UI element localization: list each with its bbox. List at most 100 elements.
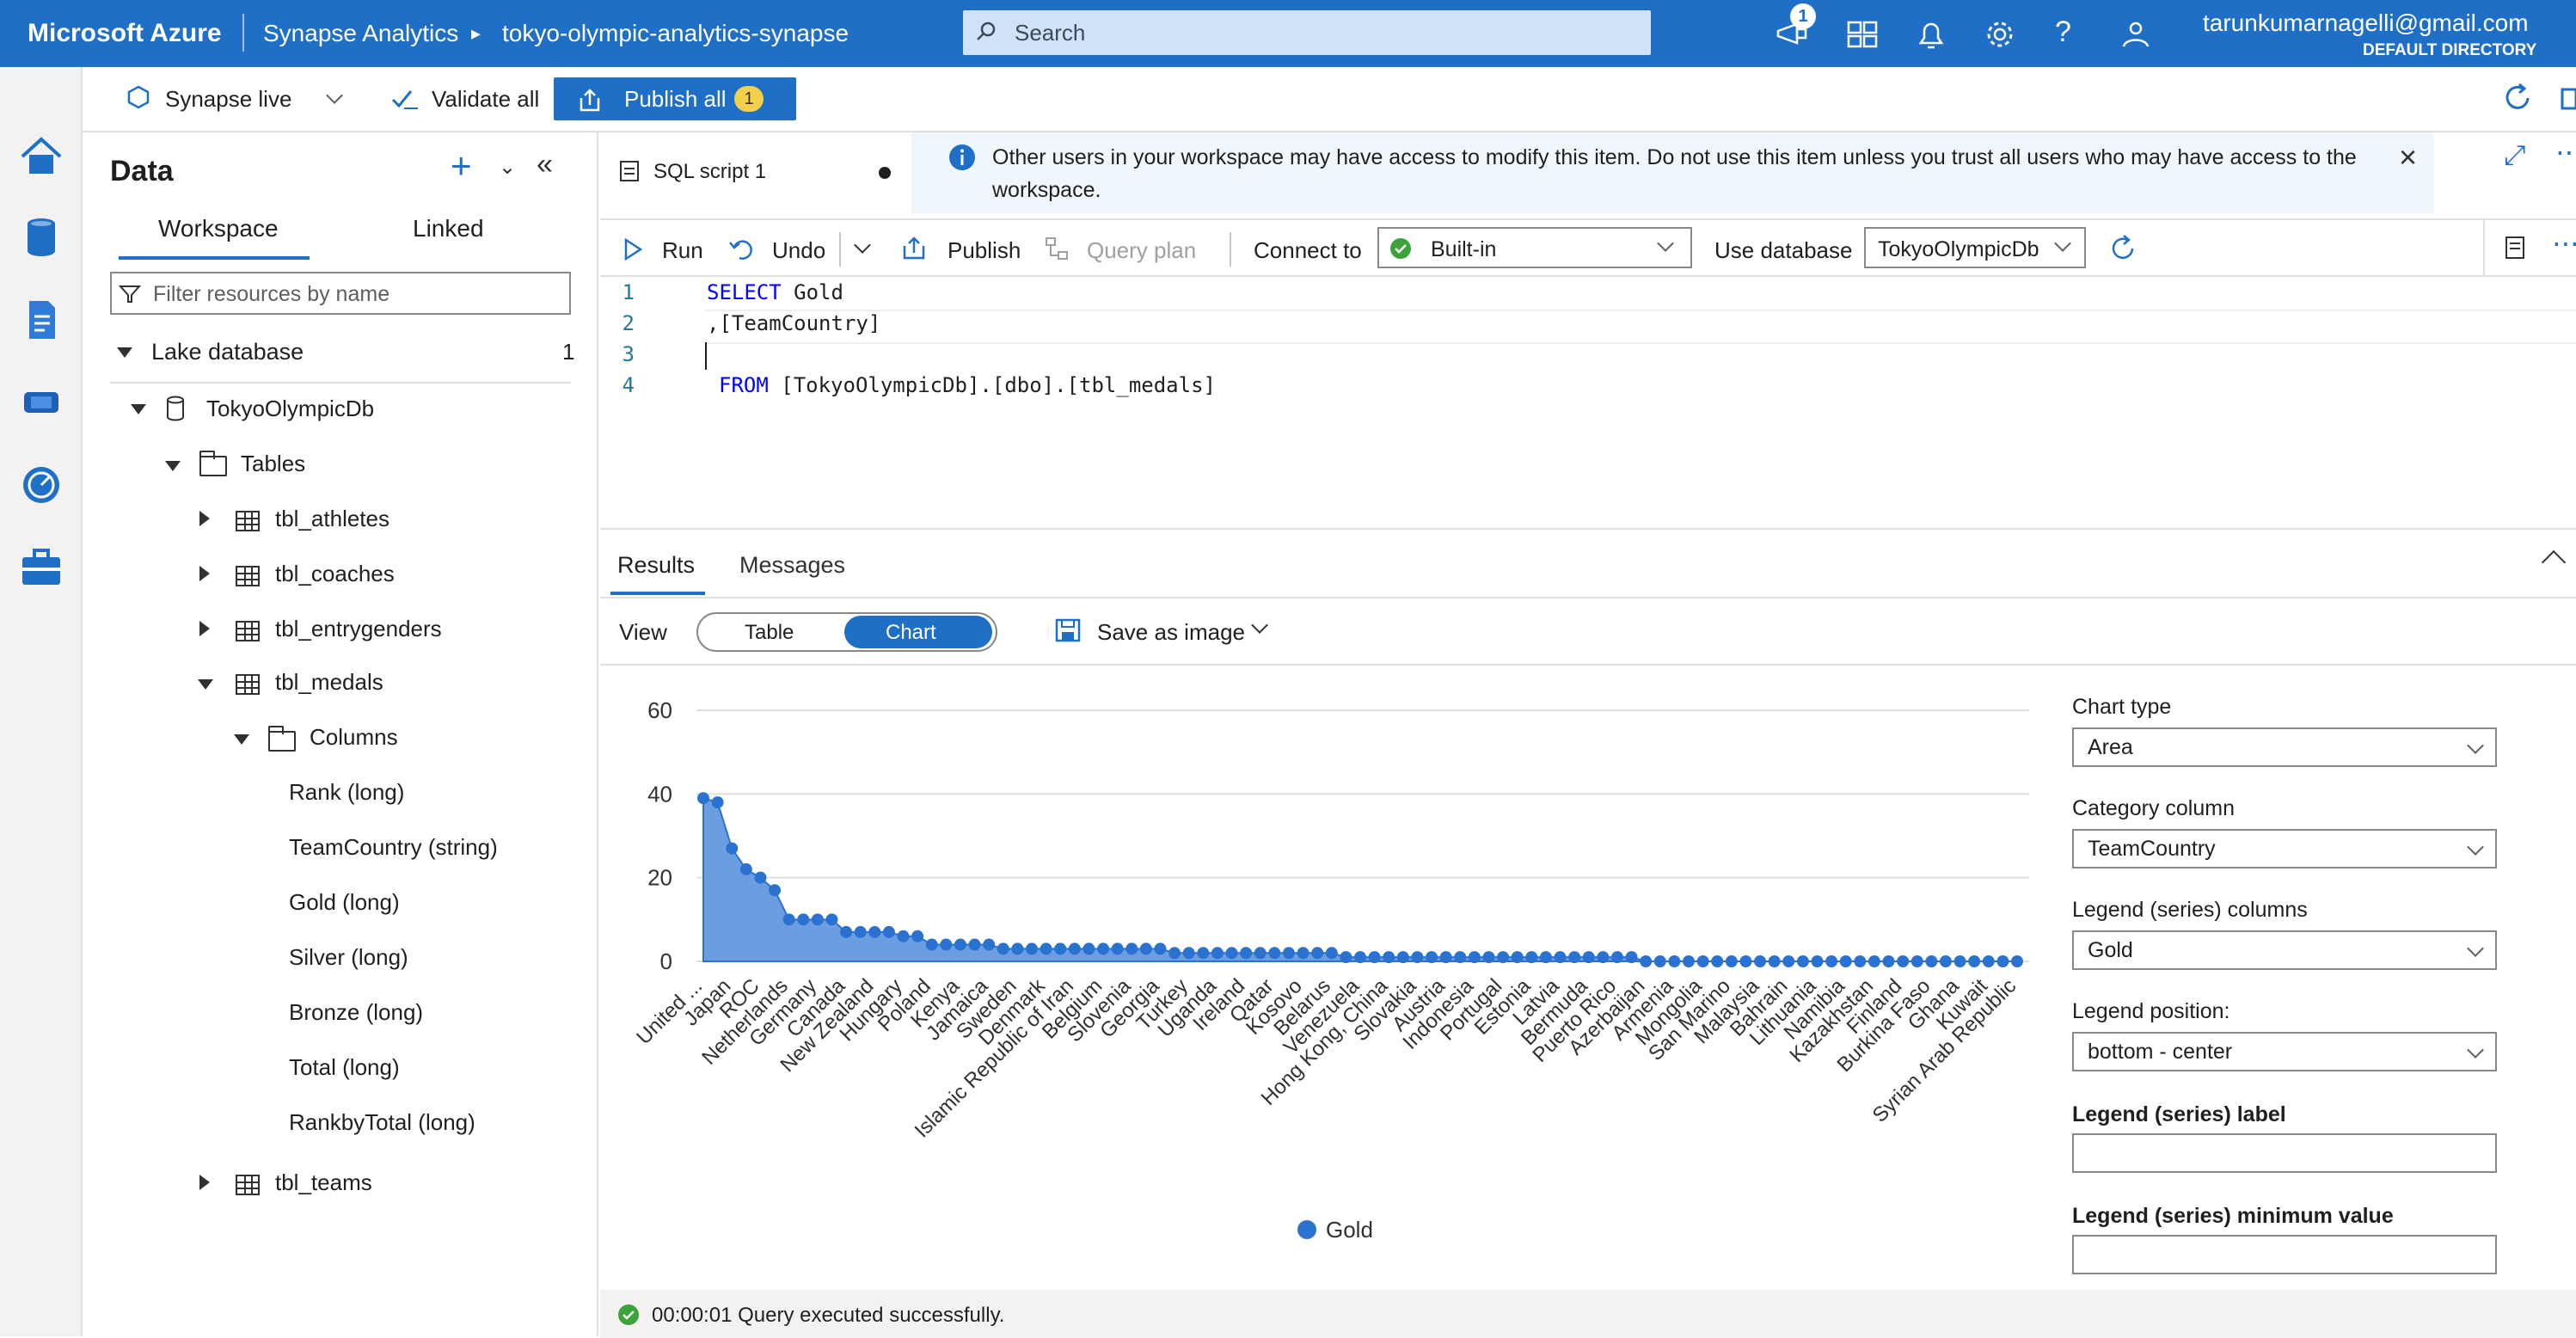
chart-type-select[interactable]: Area [2072,727,2497,767]
data-point[interactable] [1825,955,1838,967]
data-point[interactable] [1354,951,1366,964]
data-point[interactable] [1197,947,1210,960]
data-point[interactable] [1368,951,1381,964]
tree-item-table[interactable]: tbl_athletes [275,506,389,532]
column-item[interactable]: Gold (long) [289,889,400,916]
data-point[interactable] [1411,951,1424,964]
more-icon[interactable]: ⋯ [2555,136,2576,169]
chevron-down-icon[interactable] [1251,617,1268,634]
publish-button[interactable]: Publish [948,237,1021,264]
use-database-select[interactable]: TokyoOlympicDb [1864,227,2086,268]
data-point[interactable] [1525,951,1538,964]
data-hub-icon[interactable] [19,215,64,260]
tab-messages[interactable]: Messages [739,552,845,579]
data-point[interactable] [1026,942,1038,955]
data-point[interactable] [1340,951,1352,964]
data-point[interactable] [1868,955,1880,967]
help-icon[interactable]: ? [2055,15,2071,49]
gear-icon[interactable] [1981,15,2019,53]
lake-database-header[interactable]: Lake database [151,339,304,365]
data-point[interactable] [1097,942,1110,955]
column-item[interactable]: TeamCountry (string) [289,834,498,861]
undo-chevron-down-icon[interactable] [854,236,871,254]
data-point[interactable] [897,930,910,942]
data-point[interactable] [940,938,953,951]
data-point[interactable] [925,938,938,951]
data-point[interactable] [1040,942,1052,955]
data-point[interactable] [1768,955,1781,967]
add-resource-icon[interactable]: + [451,148,472,184]
discard-icon[interactable] [2559,81,2576,115]
data-point[interactable] [1839,955,1852,967]
data-point[interactable] [1426,951,1438,964]
expand-table-icon[interactable] [199,621,210,636]
collapse-results-icon[interactable] [2541,549,2567,575]
data-point[interactable] [1468,951,1481,964]
data-point[interactable] [1225,947,1238,960]
data-point[interactable] [1811,955,1824,967]
query-plan-button[interactable]: Query plan [1087,237,1196,264]
data-point[interactable] [1897,955,1910,967]
tab-results[interactable]: Results [617,552,695,579]
data-point[interactable] [1625,951,1638,964]
tree-item-table[interactable]: tbl_entrygenders [275,616,442,642]
tree-item-table[interactable]: tbl_medals [275,669,383,696]
filter-input[interactable]: Filter resources by name [110,272,571,315]
data-point[interactable] [1511,951,1524,964]
data-point[interactable] [1297,947,1309,960]
data-point[interactable] [1953,955,1966,967]
data-point[interactable] [1696,955,1709,967]
data-point[interactable] [1054,942,1067,955]
chevron-down-icon[interactable] [326,87,343,104]
save-as-image-button[interactable]: Save as image [1097,619,1245,646]
workspace-name[interactable]: tokyo-olympic-analytics-synapse [502,0,849,67]
data-point[interactable] [1211,947,1224,960]
data-point[interactable] [868,925,881,938]
data-point[interactable] [1325,947,1338,960]
data-point[interactable] [711,796,724,809]
data-point[interactable] [1011,942,1024,955]
integrate-hub-icon[interactable] [19,380,64,425]
column-item[interactable]: Silver (long) [289,944,408,971]
data-point[interactable] [1497,951,1510,964]
collapse-all-icon[interactable]: ⌄ [499,155,516,180]
expand-table-icon[interactable] [198,679,213,690]
legend-label[interactable]: Gold [1326,1217,1373,1243]
data-point[interactable] [754,871,767,884]
expand-table-icon[interactable] [199,511,210,526]
refresh-icon[interactable] [2500,81,2535,115]
monitor-hub-icon[interactable] [19,463,64,507]
expand-lake-icon[interactable] [117,347,132,358]
view-chart-option[interactable]: Chart [844,616,992,648]
data-point[interactable] [1254,947,1267,960]
data-point[interactable] [1911,955,1923,967]
expand-icon[interactable]: ⤢ [2504,139,2526,172]
data-point[interactable] [882,925,895,938]
expand-db-icon[interactable] [131,404,146,414]
expand-columns-icon[interactable] [234,734,249,745]
data-point[interactable] [840,925,853,938]
tree-item-tables[interactable]: Tables [241,451,305,477]
data-point[interactable] [1582,951,1595,964]
data-point[interactable] [1996,955,2009,967]
data-point[interactable] [726,842,739,855]
data-point[interactable] [1925,955,1938,967]
data-point[interactable] [697,792,709,805]
column-item[interactable]: Rank (long) [289,779,404,806]
data-point[interactable] [1454,951,1467,964]
data-point[interactable] [825,913,838,926]
legend-label-input[interactable] [2072,1133,2497,1173]
data-point[interactable] [1668,955,1681,967]
data-point[interactable] [1240,947,1253,960]
data-point[interactable] [1311,947,1324,960]
data-point[interactable] [1139,942,1152,955]
run-button[interactable]: Run [662,237,703,264]
category-column-select[interactable]: TeamCountry [2072,829,2497,868]
column-item[interactable]: RankbyTotal (long) [289,1109,475,1136]
data-point[interactable] [997,942,1009,955]
tree-item-database[interactable]: TokyoOlympicDb [206,396,374,422]
data-point[interactable] [769,884,782,897]
data-point[interactable] [782,913,795,926]
data-point[interactable] [1982,955,1995,967]
data-point[interactable] [1640,955,1653,967]
